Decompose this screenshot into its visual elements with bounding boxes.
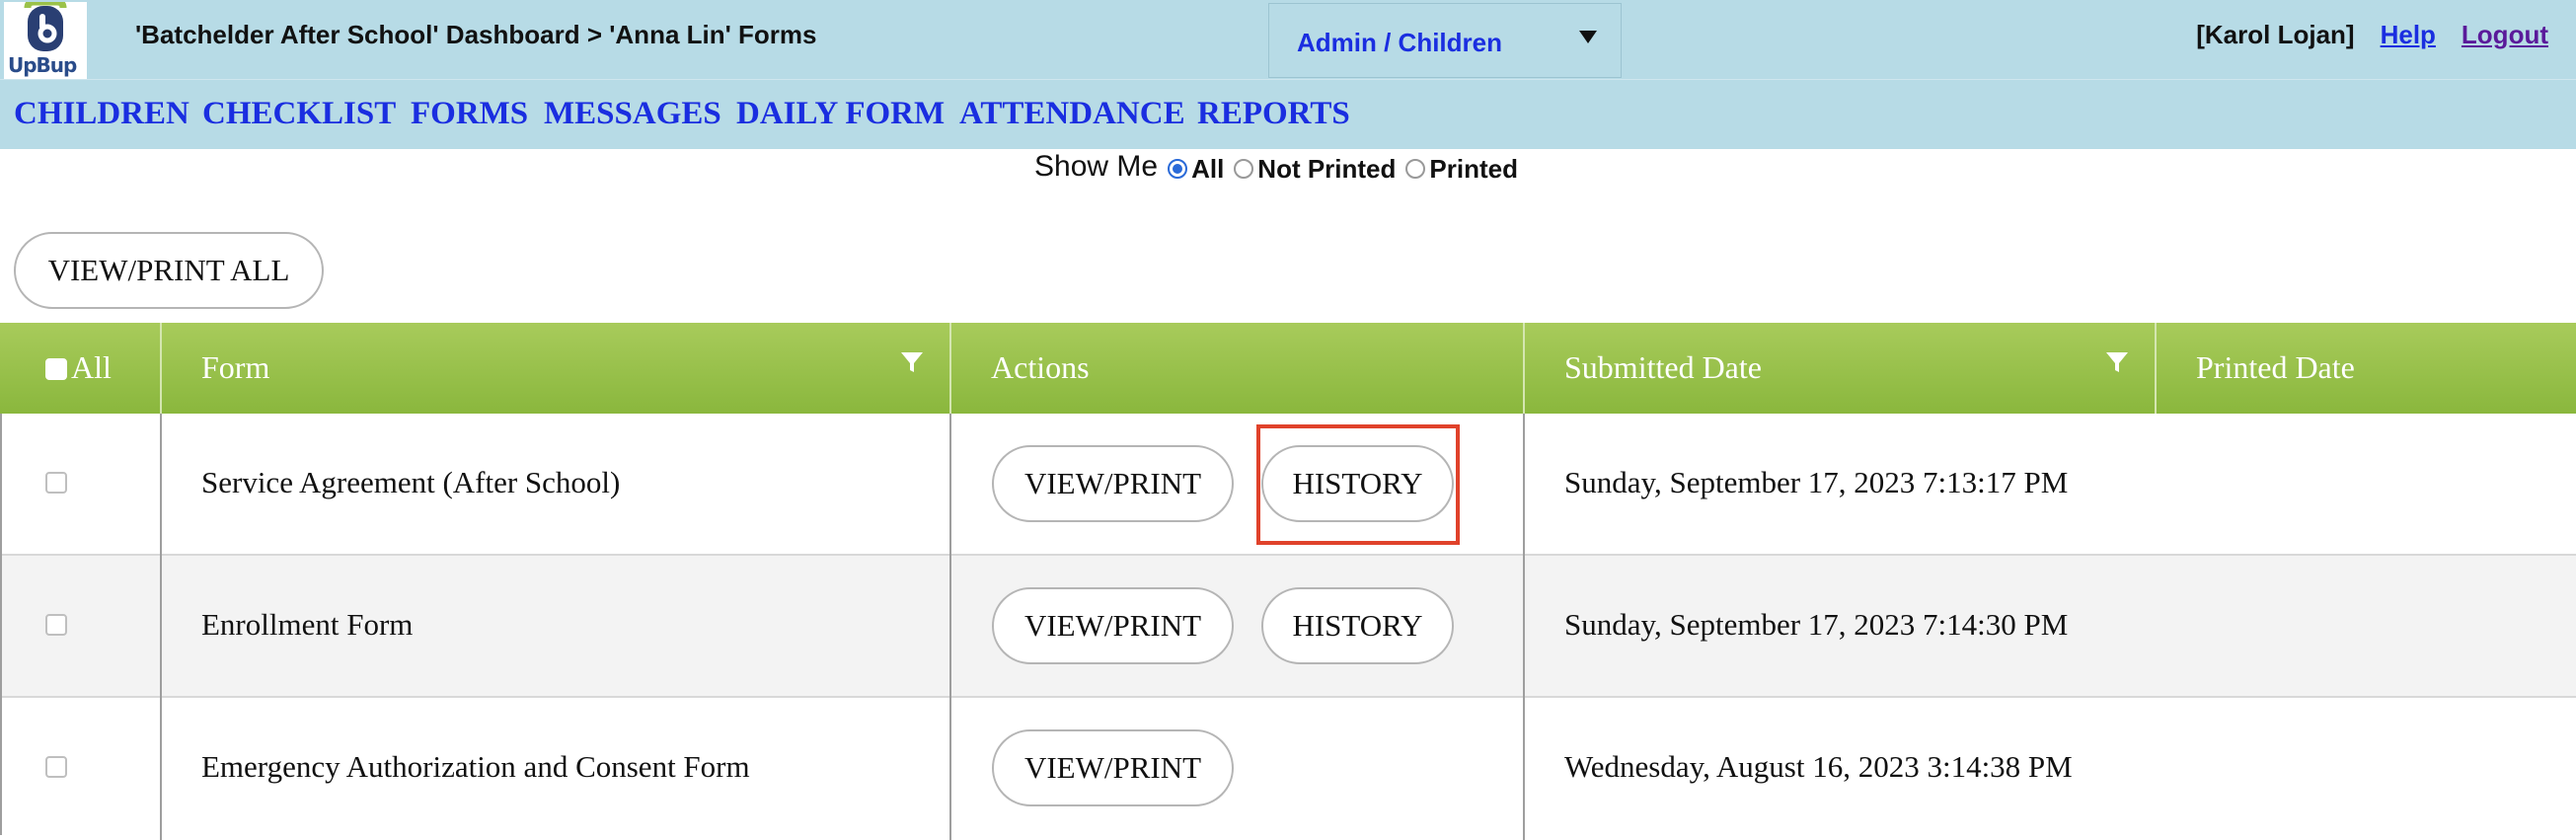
table-row: Emergency Authorization and Consent Form… bbox=[0, 698, 2576, 840]
row-checkbox[interactable] bbox=[45, 472, 67, 494]
table-row: Enrollment Form VIEW/PRINT HISTORY Sunda… bbox=[0, 556, 2576, 698]
header-form-label: Form bbox=[201, 349, 270, 385]
nav-forms[interactable]: FORMS bbox=[411, 96, 528, 132]
nav-attendance[interactable]: ATTENDANCE bbox=[959, 96, 1185, 132]
upbup-logo[interactable]: UpBup bbox=[4, 0, 87, 79]
select-all-checkbox[interactable] bbox=[45, 358, 67, 380]
header-printed-date-label: Printed Date bbox=[2196, 349, 2355, 385]
header-all-label: All bbox=[71, 349, 112, 385]
submitted-date: Wednesday, August 16, 2023 3:14:38 PM bbox=[1564, 749, 2073, 784]
radio-not-printed[interactable] bbox=[1234, 159, 1254, 179]
show-me-filter: Show Me All Not Printed Printed bbox=[1034, 150, 1518, 184]
column-divider bbox=[160, 698, 162, 840]
highlight-box bbox=[1256, 424, 1460, 545]
header-form[interactable]: Form bbox=[162, 323, 951, 414]
submitted-date: Sunday, September 17, 2023 7:14:30 PM bbox=[1564, 607, 2069, 642]
column-divider bbox=[1523, 698, 1525, 840]
top-bar: UpBup 'Batchelder After School' Dashboar… bbox=[0, 0, 2576, 79]
radio-all[interactable] bbox=[1168, 159, 1188, 179]
header-actions-label: Actions bbox=[991, 349, 1090, 385]
user-name: [Karol Lojan] bbox=[2196, 20, 2355, 49]
column-divider bbox=[949, 698, 951, 840]
breadcrumb: 'Batchelder After School' Dashboard > 'A… bbox=[135, 20, 817, 49]
header-actions: Actions bbox=[951, 323, 1525, 414]
radio-all-label[interactable]: All bbox=[1191, 154, 1224, 185]
table-left-border bbox=[0, 414, 2, 835]
role-select-value: Admin / Children bbox=[1297, 28, 1502, 57]
show-me-label: Show Me bbox=[1034, 150, 1159, 183]
header-submitted-date[interactable]: Submitted Date bbox=[1525, 323, 2157, 414]
header-printed-date[interactable]: Printed Date bbox=[2157, 323, 2576, 414]
nav-reports[interactable]: REPORTS bbox=[1197, 96, 1350, 132]
form-name[interactable]: Service Agreement (After School) bbox=[201, 465, 620, 500]
table-header: All Form Actions Submitted Date Printed … bbox=[0, 323, 2576, 414]
user-area: [Karol Lojan] Help Logout bbox=[2196, 20, 2548, 50]
chevron-down-icon bbox=[1579, 31, 1597, 43]
radio-printed[interactable] bbox=[1405, 159, 1426, 179]
filter-icon[interactable] bbox=[2105, 350, 2129, 374]
column-divider bbox=[160, 414, 162, 556]
column-divider bbox=[949, 414, 951, 556]
logout-link[interactable]: Logout bbox=[2462, 20, 2548, 49]
history-button[interactable]: HISTORY bbox=[1261, 587, 1454, 664]
view-print-all-button[interactable]: VIEW/PRINT ALL bbox=[14, 232, 324, 309]
view-print-button[interactable]: VIEW/PRINT bbox=[992, 587, 1234, 664]
logo-text: UpBup bbox=[8, 53, 77, 77]
form-name[interactable]: Enrollment Form bbox=[201, 607, 413, 643]
column-divider bbox=[160, 556, 162, 698]
view-print-button[interactable]: VIEW/PRINT bbox=[992, 729, 1234, 806]
help-link[interactable]: Help bbox=[2381, 20, 2436, 49]
column-divider bbox=[1523, 556, 1525, 698]
row-checkbox[interactable] bbox=[45, 614, 67, 636]
form-name[interactable]: Emergency Authorization and Consent Form bbox=[201, 749, 750, 785]
radio-printed-label[interactable]: Printed bbox=[1429, 154, 1518, 185]
radio-not-printed-label[interactable]: Not Printed bbox=[1257, 154, 1396, 185]
nav-checklist[interactable]: CHECKLIST bbox=[202, 96, 396, 132]
header-select-all: All bbox=[0, 323, 162, 414]
nav-messages[interactable]: MESSAGES bbox=[544, 96, 721, 132]
nav-children[interactable]: CHILDREN bbox=[14, 96, 189, 132]
column-divider bbox=[949, 556, 951, 698]
role-select[interactable]: Admin / Children bbox=[1268, 3, 1622, 78]
main-nav: CHILDREN CHECKLIST FORMS MESSAGES DAILY … bbox=[0, 79, 2576, 149]
submitted-date: Sunday, September 17, 2023 7:13:17 PM bbox=[1564, 465, 2069, 499]
nav-daily-form[interactable]: DAILY FORM bbox=[736, 96, 945, 132]
filter-icon[interactable] bbox=[900, 350, 924, 374]
view-print-button[interactable]: VIEW/PRINT bbox=[992, 445, 1234, 522]
column-divider bbox=[1523, 414, 1525, 556]
row-checkbox[interactable] bbox=[45, 756, 67, 778]
header-submitted-date-label: Submitted Date bbox=[1564, 349, 1762, 385]
